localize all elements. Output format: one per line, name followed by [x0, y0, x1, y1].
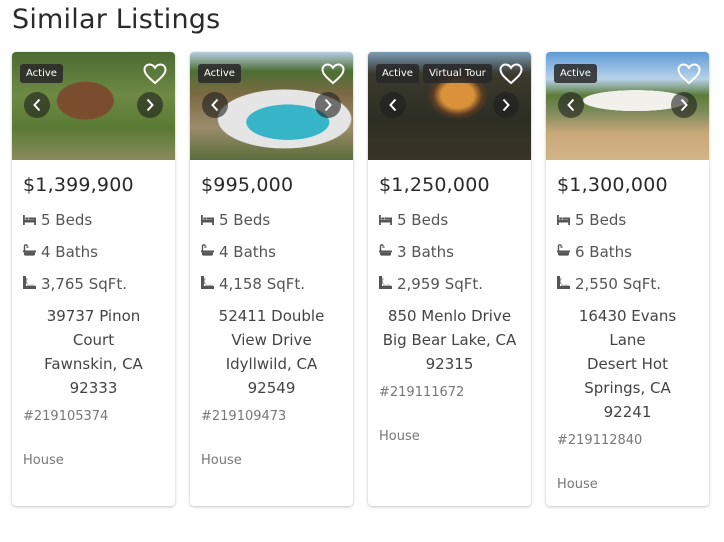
address-street: 52411 Double View Drive: [218, 307, 325, 349]
status-badge-active: Active: [554, 64, 597, 83]
beds-label: 5 Beds: [41, 211, 93, 229]
sqft-label: 4,158 SqFt.: [219, 275, 306, 293]
address-city: Big Bear Lake, CA 92315: [382, 331, 517, 373]
address-city: Idyllwild, CA 92549: [225, 355, 318, 397]
beds-row: 5 Beds: [23, 204, 164, 236]
baths-label: 4 Baths: [219, 243, 276, 261]
heart-outline-icon[interactable]: [499, 63, 523, 85]
property-type: House: [379, 429, 420, 444]
heart-outline-icon[interactable]: [143, 63, 167, 85]
listing-card[interactable]: Active $1,300,000 5 Beds 6 Baths 2,550 S…: [546, 52, 709, 506]
ruler-icon: [557, 275, 575, 293]
listing-photo-carousel[interactable]: Active: [12, 52, 175, 160]
status-badges: Active: [198, 64, 241, 83]
bed-icon: [557, 211, 575, 229]
listing-photo-carousel[interactable]: Active: [546, 52, 709, 160]
page-title: Similar Listings: [12, 4, 221, 35]
bathtub-icon: [23, 243, 41, 261]
beds-label: 5 Beds: [219, 211, 271, 229]
mls-number: #219111672: [379, 385, 465, 400]
status-badge-active: Active: [376, 64, 419, 83]
baths-row: 4 Baths: [201, 236, 342, 268]
listing-details: $1,250,000 5 Beds 3 Baths 2,959 SqFt. 85…: [368, 160, 531, 457]
listing-photo-carousel[interactable]: Active: [190, 52, 353, 160]
baths-label: 6 Baths: [575, 243, 632, 261]
listing-price: $1,300,000: [557, 174, 668, 196]
listings-grid: Active $1,399,900 5 Beds 4 Baths 3,765 S…: [12, 52, 709, 506]
listing-card[interactable]: Active $995,000 5 Beds 4 Baths 4,158 SqF…: [190, 52, 353, 506]
sqft-row: 2,550 SqFt.: [557, 268, 698, 300]
listing-price: $995,000: [201, 174, 294, 196]
badge-virtual-tour: Virtual Tour: [422, 64, 492, 83]
listing-photo-carousel[interactable]: Active Virtual Tour: [368, 52, 531, 160]
mls-number: #219109473: [201, 409, 287, 424]
status-badges: Active Virtual Tour: [376, 64, 492, 83]
chevron-right-icon[interactable]: [137, 92, 163, 118]
listing-address[interactable]: 16430 Evans Lane Desert Hot Springs, CA …: [557, 304, 698, 424]
address-city: Fawnskin, CA 92333: [44, 355, 143, 397]
mls-number: #219105374: [23, 409, 109, 424]
chevron-right-icon[interactable]: [315, 92, 341, 118]
sqft-row: 2,959 SqFt.: [379, 268, 520, 300]
beds-label: 5 Beds: [397, 211, 449, 229]
beds-label: 5 Beds: [575, 211, 627, 229]
status-badges: Active: [20, 64, 63, 83]
chevron-left-icon[interactable]: [380, 92, 406, 118]
status-badge-active: Active: [20, 64, 63, 83]
sqft-label: 2,550 SqFt.: [575, 275, 662, 293]
address-street: 39737 Pinon Court: [46, 307, 141, 349]
bed-icon: [201, 211, 219, 229]
listing-price: $1,399,900: [23, 174, 134, 196]
listing-address[interactable]: 850 Menlo Drive Big Bear Lake, CA 92315: [379, 304, 520, 376]
baths-label: 3 Baths: [397, 243, 454, 261]
sqft-row: 3,765 SqFt.: [23, 268, 164, 300]
bathtub-icon: [201, 243, 219, 261]
baths-row: 3 Baths: [379, 236, 520, 268]
baths-label: 4 Baths: [41, 243, 98, 261]
property-type: House: [557, 477, 598, 492]
property-type: House: [201, 453, 242, 468]
listing-address[interactable]: 52411 Double View Drive Idyllwild, CA 92…: [201, 304, 342, 400]
address-street: 16430 Evans Lane: [578, 307, 677, 349]
listing-details: $995,000 5 Beds 4 Baths 4,158 SqFt. 5241…: [190, 160, 353, 481]
heart-outline-icon[interactable]: [321, 63, 345, 85]
address-street: 850 Menlo Drive: [387, 307, 512, 325]
listing-address[interactable]: 39737 Pinon Court Fawnskin, CA 92333: [23, 304, 164, 400]
chevron-left-icon[interactable]: [202, 92, 228, 118]
baths-row: 4 Baths: [23, 236, 164, 268]
listing-details: $1,399,900 5 Beds 4 Baths 3,765 SqFt. 39…: [12, 160, 175, 481]
chevron-right-icon[interactable]: [671, 92, 697, 118]
bathtub-icon: [557, 243, 575, 261]
bed-icon: [379, 211, 397, 229]
ruler-icon: [201, 275, 219, 293]
chevron-left-icon[interactable]: [24, 92, 50, 118]
listing-card[interactable]: Active $1,399,900 5 Beds 4 Baths 3,765 S…: [12, 52, 175, 506]
sqft-label: 2,959 SqFt.: [397, 275, 484, 293]
bathtub-icon: [379, 243, 397, 261]
ruler-icon: [379, 275, 397, 293]
listing-price: $1,250,000: [379, 174, 490, 196]
listing-card[interactable]: Active Virtual Tour $1,250,000 5 Beds 3 B…: [368, 52, 531, 506]
baths-row: 6 Baths: [557, 236, 698, 268]
heart-outline-icon[interactable]: [677, 63, 701, 85]
chevron-right-icon[interactable]: [493, 92, 519, 118]
bed-icon: [23, 211, 41, 229]
sqft-row: 4,158 SqFt.: [201, 268, 342, 300]
mls-number: #219112840: [557, 433, 643, 448]
chevron-left-icon[interactable]: [558, 92, 584, 118]
status-badges: Active: [554, 64, 597, 83]
status-badge-active: Active: [198, 64, 241, 83]
property-type: House: [23, 453, 64, 468]
beds-row: 5 Beds: [201, 204, 342, 236]
sqft-label: 3,765 SqFt.: [41, 275, 128, 293]
address-city: Desert Hot Springs, CA 92241: [584, 355, 671, 421]
beds-row: 5 Beds: [557, 204, 698, 236]
listing-details: $1,300,000 5 Beds 6 Baths 2,550 SqFt. 16…: [546, 160, 709, 505]
beds-row: 5 Beds: [379, 204, 520, 236]
ruler-icon: [23, 275, 41, 293]
